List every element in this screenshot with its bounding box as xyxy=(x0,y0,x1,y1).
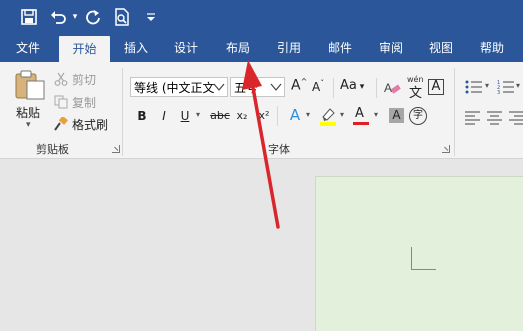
annotation-arrow-icon xyxy=(242,60,280,229)
